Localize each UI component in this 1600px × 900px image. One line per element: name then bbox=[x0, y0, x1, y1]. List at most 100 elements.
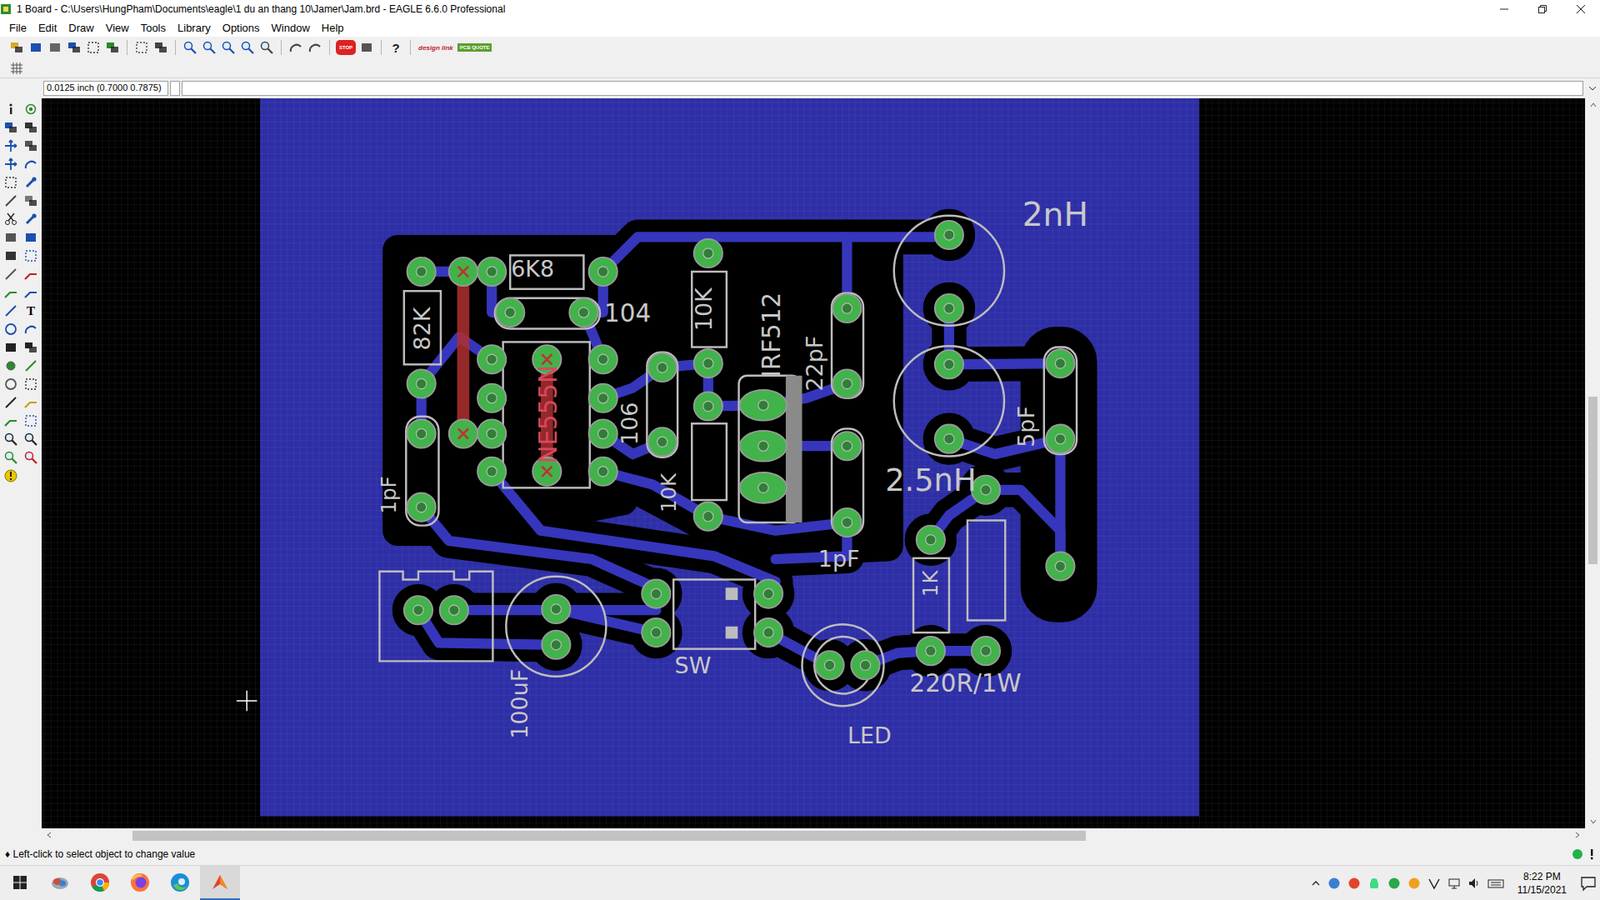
zoom-fit-button[interactable] bbox=[181, 38, 199, 57]
component-outline[interactable] bbox=[404, 290, 441, 365]
vertical-scrollbar[interactable] bbox=[1585, 98, 1600, 829]
optimize-tool[interactable] bbox=[22, 266, 40, 282]
cut-tool[interactable] bbox=[2, 193, 20, 209]
zoom-in-button[interactable] bbox=[200, 38, 218, 57]
script-button[interactable] bbox=[85, 38, 102, 57]
delete-tool[interactable] bbox=[2, 211, 20, 227]
component-outline[interactable] bbox=[802, 624, 885, 706]
pcb-board[interactable] bbox=[260, 98, 1200, 816]
info-tool[interactable] bbox=[2, 101, 20, 117]
pad[interactable] bbox=[832, 294, 861, 323]
pad[interactable] bbox=[916, 636, 945, 665]
pad[interactable] bbox=[641, 618, 670, 647]
pad[interactable] bbox=[935, 220, 964, 250]
redo-button[interactable] bbox=[306, 38, 324, 57]
component-outline[interactable] bbox=[831, 293, 864, 399]
pad[interactable] bbox=[641, 579, 670, 608]
board-label[interactable]: 220R/1W bbox=[909, 669, 1021, 698]
pad[interactable] bbox=[740, 430, 787, 462]
pad[interactable] bbox=[740, 390, 787, 421]
mirror-tool[interactable] bbox=[2, 156, 20, 172]
hole-tool[interactable] bbox=[2, 376, 20, 392]
display-tool[interactable] bbox=[2, 120, 20, 135]
component-outline[interactable] bbox=[894, 215, 1005, 326]
board-label[interactable]: 22pF bbox=[801, 335, 828, 392]
via[interactable] bbox=[449, 257, 478, 286]
ratsnest-tool[interactable] bbox=[22, 395, 40, 410]
pad[interactable] bbox=[971, 636, 1000, 665]
board-label[interactable]: 10K bbox=[690, 286, 717, 331]
pad[interactable] bbox=[477, 345, 506, 374]
start-button[interactable] bbox=[0, 865, 40, 900]
change-tool[interactable] bbox=[22, 175, 40, 190]
pad[interactable] bbox=[935, 350, 964, 379]
design-link-button[interactable]: design link bbox=[416, 38, 455, 57]
dimension-tool[interactable] bbox=[2, 395, 20, 410]
pad[interactable] bbox=[754, 618, 783, 647]
auto-tool[interactable] bbox=[2, 413, 20, 429]
go-button[interactable] bbox=[358, 38, 375, 57]
mark-tool[interactable] bbox=[22, 120, 40, 135]
component-outline[interactable] bbox=[505, 576, 606, 677]
group-tool[interactable] bbox=[2, 175, 20, 190]
text-tool[interactable]: T bbox=[22, 303, 40, 319]
zoom-out-tool[interactable] bbox=[22, 431, 40, 447]
scroll-thumb[interactable] bbox=[132, 830, 1086, 841]
attribute-tool[interactable] bbox=[22, 376, 40, 392]
pad[interactable] bbox=[832, 508, 861, 537]
pad[interactable] bbox=[589, 345, 618, 374]
run-button[interactable] bbox=[104, 38, 121, 57]
menu-item[interactable]: Options bbox=[216, 20, 266, 36]
pcb-quote-button[interactable]: PCB QUOTE bbox=[457, 38, 493, 57]
pad[interactable] bbox=[440, 595, 469, 625]
name-tool[interactable] bbox=[2, 230, 20, 245]
zoom-out-button[interactable] bbox=[220, 38, 237, 57]
board-label[interactable]: 2.5nH bbox=[885, 462, 976, 499]
traces[interactable] bbox=[418, 235, 1060, 665]
cam-button[interactable] bbox=[65, 38, 83, 57]
menu-item[interactable]: File bbox=[3, 20, 33, 36]
pad[interactable] bbox=[754, 579, 783, 608]
trace[interactable] bbox=[418, 610, 556, 645]
redraw-button[interactable] bbox=[258, 38, 275, 57]
board-label[interactable]: 5pF bbox=[1013, 405, 1040, 448]
board-label[interactable]: 1pF bbox=[376, 475, 401, 514]
top-trace[interactable] bbox=[457, 271, 470, 435]
zoom-in-tool[interactable] bbox=[2, 431, 20, 447]
save-button[interactable] bbox=[27, 38, 45, 57]
warning-tool[interactable] bbox=[2, 468, 20, 484]
board-label[interactable]: SW bbox=[675, 652, 712, 679]
menu-item[interactable]: Draw bbox=[62, 20, 100, 36]
pad[interactable] bbox=[407, 369, 436, 398]
zoom-select-button[interactable] bbox=[239, 38, 256, 57]
board-label[interactable]: 1K bbox=[918, 570, 943, 598]
menu-item[interactable]: Edit bbox=[32, 20, 63, 36]
component-outline[interactable] bbox=[646, 352, 678, 458]
pad[interactable] bbox=[407, 419, 436, 448]
taskbar-app[interactable] bbox=[120, 865, 160, 900]
component-outline[interactable] bbox=[495, 298, 600, 330]
grid-button[interactable] bbox=[8, 59, 25, 78]
lock-tool[interactable] bbox=[2, 248, 20, 264]
taskbar-app[interactable] bbox=[200, 865, 240, 900]
menu-item[interactable]: Help bbox=[315, 20, 350, 36]
polygon-tool[interactable] bbox=[22, 340, 40, 355]
board-label[interactable]: 10K bbox=[656, 472, 681, 513]
paste-tool[interactable] bbox=[22, 193, 40, 209]
component-outline[interactable] bbox=[405, 416, 439, 526]
add-tool[interactable] bbox=[22, 211, 40, 227]
circle-tool[interactable] bbox=[2, 321, 20, 337]
grid-toggle-button[interactable] bbox=[133, 38, 150, 57]
menu-item[interactable]: View bbox=[100, 20, 135, 36]
pad[interactable] bbox=[495, 298, 525, 327]
layers-button[interactable] bbox=[152, 38, 170, 57]
board-label[interactable]: 6K8 bbox=[510, 255, 555, 282]
board-label[interactable]: 82K bbox=[409, 305, 435, 350]
pad[interactable] bbox=[407, 257, 436, 286]
pad[interactable] bbox=[648, 427, 677, 456]
pad[interactable] bbox=[694, 239, 723, 268]
component-outline[interactable] bbox=[503, 341, 590, 488]
pad[interactable] bbox=[477, 419, 506, 448]
scroll-right-button[interactable] bbox=[1570, 828, 1585, 842]
taskbar-app[interactable] bbox=[160, 865, 200, 900]
